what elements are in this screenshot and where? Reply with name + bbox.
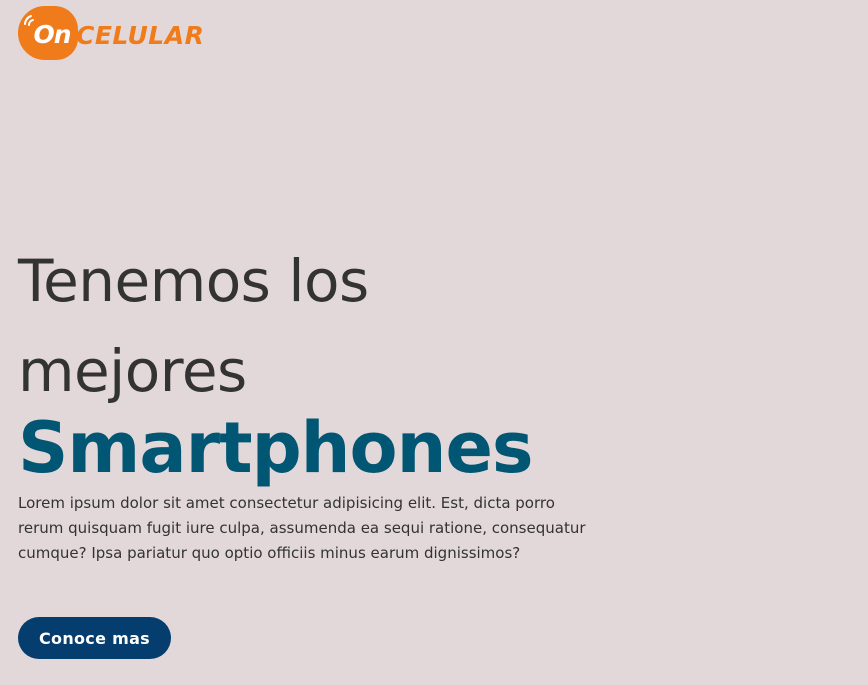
landing-page: On CELULAR Tenemos los mejores Smartphon… [0, 0, 868, 685]
hero-description: Lorem ipsum dolor sit amet consectetur a… [18, 494, 586, 562]
hero-heading-line-2: mejores [18, 337, 247, 405]
conoce-mas-button[interactable]: Conoce mas [18, 617, 171, 659]
brand-logo[interactable]: On CELULAR [18, 6, 204, 60]
logo-badge: On [18, 6, 78, 60]
hero-section: Tenemos los mejores Smartphones Lorem ip… [18, 236, 618, 566]
hero-heading-line-1: Tenemos los [18, 247, 369, 315]
logo-wordmark: CELULAR [76, 20, 205, 50]
hero-highlight-heading: Smartphones [18, 407, 534, 489]
signal-waves-icon [24, 15, 34, 26]
